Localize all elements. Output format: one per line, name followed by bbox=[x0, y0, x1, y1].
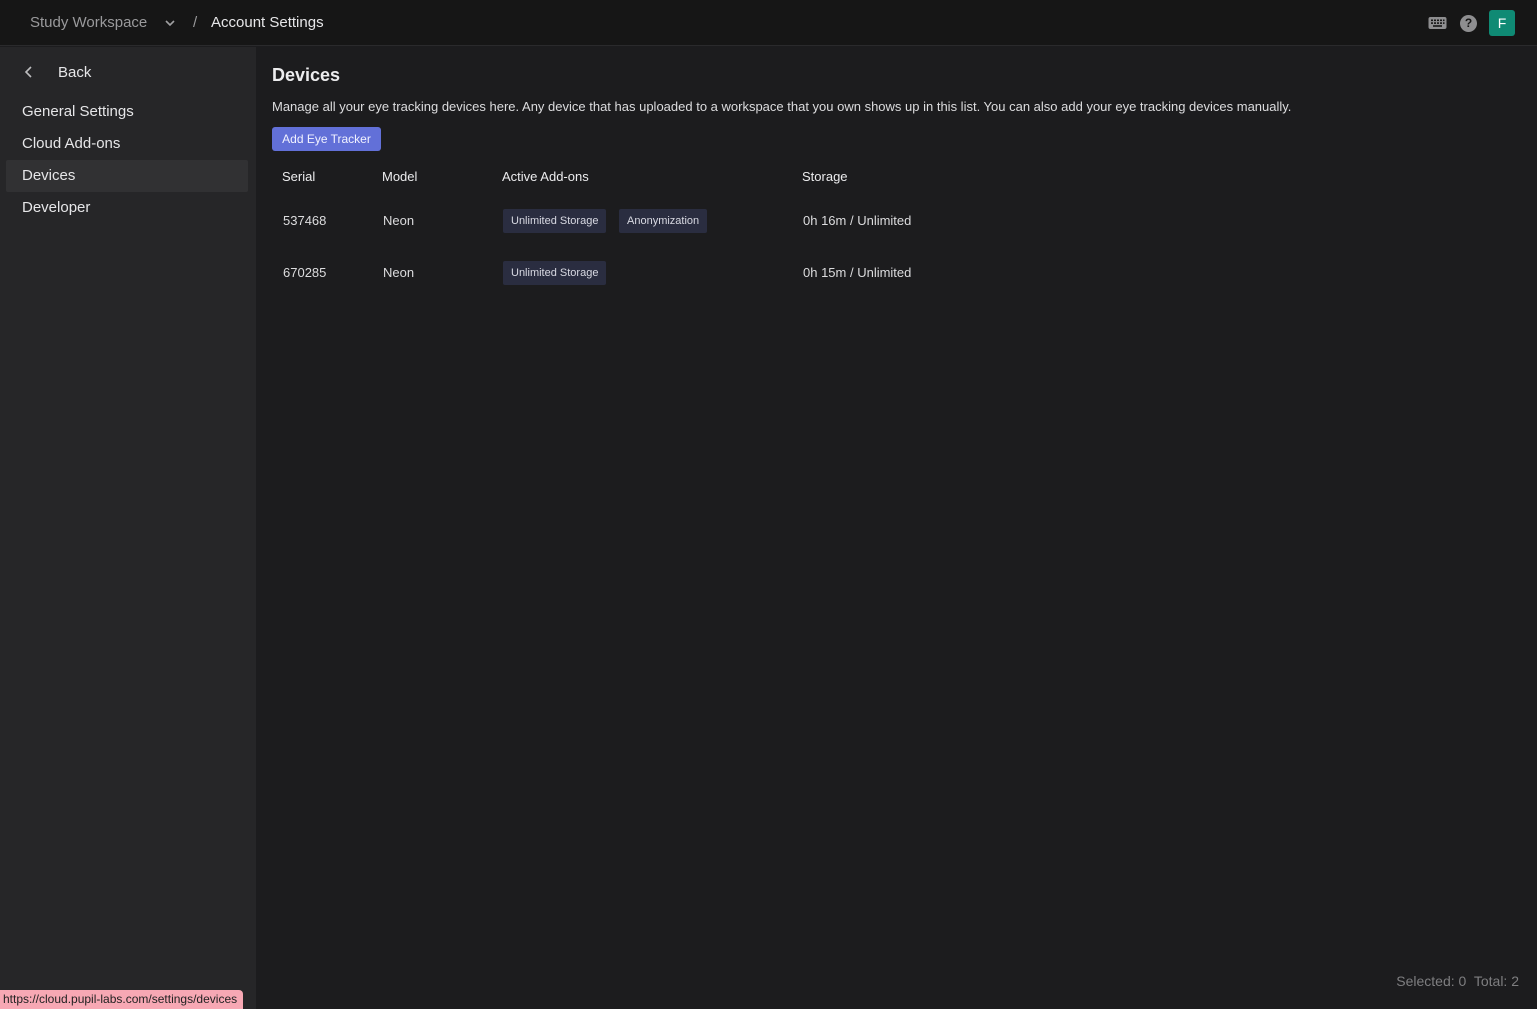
selection-summary: Selected: 0 Total: 2 bbox=[1396, 973, 1519, 989]
status-bar-url: https://cloud.pupil-labs.com/settings/de… bbox=[0, 990, 244, 1009]
column-header-storage[interactable]: Storage bbox=[802, 169, 848, 184]
back-label: Back bbox=[58, 63, 92, 81]
keyboard-icon[interactable] bbox=[1428, 16, 1447, 30]
serial-cell: 537468 bbox=[283, 213, 327, 228]
page-title: Devices bbox=[272, 65, 341, 85]
addon-badge: Unlimited Storage bbox=[503, 261, 607, 285]
serial-cell: 670285 bbox=[283, 265, 327, 280]
chevron-left-icon bbox=[24, 66, 32, 78]
settings-sidebar: Back General Settings Cloud Add-ons Devi… bbox=[0, 47, 256, 1009]
model-cell: Neon bbox=[383, 265, 415, 280]
devices-panel: Devices Manage all your eye tracking dev… bbox=[256, 47, 1537, 1009]
top-bar: Study Workspace / Account Settings ? F bbox=[0, 0, 1537, 46]
help-icon[interactable]: ? bbox=[1460, 15, 1477, 32]
column-header-model[interactable]: Model bbox=[382, 169, 417, 184]
workspace-selector[interactable]: Study Workspace bbox=[30, 14, 147, 31]
sidebar-item-devices[interactable]: Devices bbox=[6, 160, 248, 192]
avatar[interactable]: F bbox=[1489, 10, 1515, 36]
breadcrumb-current: Account Settings bbox=[211, 14, 324, 31]
back-button[interactable]: Back bbox=[22, 61, 91, 83]
sidebar-item-general-settings[interactable]: General Settings bbox=[6, 96, 248, 128]
chevron-down-icon[interactable] bbox=[163, 16, 177, 30]
selected-count: Selected: 0 bbox=[1396, 973, 1467, 989]
column-header-serial[interactable]: Serial bbox=[282, 169, 315, 184]
total-count: Total: 2 bbox=[1473, 973, 1519, 989]
storage-cell: 0h 16m / Unlimited bbox=[803, 213, 912, 228]
addon-badge: Anonymization bbox=[619, 209, 708, 233]
sidebar-item-cloud-add-ons[interactable]: Cloud Add-ons bbox=[6, 128, 248, 160]
addon-badge: Unlimited Storage bbox=[503, 209, 607, 233]
sidebar-item-developer[interactable]: Developer bbox=[6, 192, 248, 224]
storage-cell: 0h 15m / Unlimited bbox=[803, 265, 912, 280]
breadcrumb-separator: / bbox=[193, 14, 198, 31]
page-description: Manage all your eye tracking devices her… bbox=[272, 99, 1292, 114]
add-eye-tracker-button[interactable]: Add Eye Tracker bbox=[272, 127, 381, 151]
column-header-active-add-ons[interactable]: Active Add-ons bbox=[502, 169, 589, 184]
model-cell: Neon bbox=[383, 213, 415, 228]
